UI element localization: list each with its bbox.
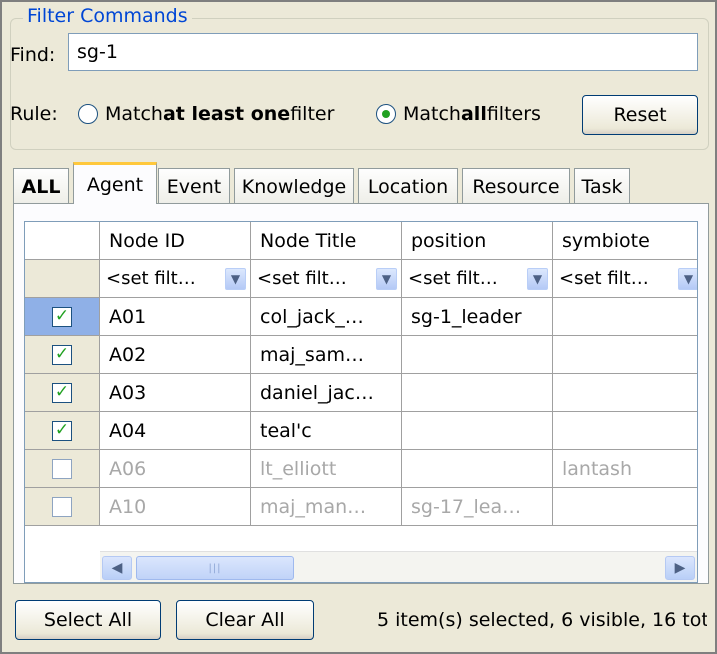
clear-all-button[interactable]: Clear All — [176, 600, 314, 640]
checkbox-unchecked[interactable] — [52, 458, 72, 479]
rule-match-at-least-one-radio[interactable]: Match at least one filter — [78, 103, 334, 125]
cell-node-id[interactable]: A03 — [100, 374, 251, 412]
cell-node-id[interactable]: A01 — [100, 298, 251, 336]
group-title: Filter Commands — [23, 5, 192, 27]
cell-node-title[interactable]: teal'c — [251, 412, 402, 450]
filter-combo-node-title[interactable]: <set filt… ▼ — [251, 260, 402, 298]
filter-combo-node-id[interactable]: <set filt… ▼ — [100, 260, 251, 298]
table-row[interactable]: A10 maj_man… sg-17_lea… — [25, 488, 697, 526]
rule-option-2-bold: all — [460, 103, 487, 125]
checkbox-checked[interactable]: ✓ — [52, 420, 72, 441]
column-header-node-id[interactable]: Node ID — [100, 222, 251, 260]
node-table: Node ID Node Title position symbiote <se… — [24, 221, 698, 583]
corner-cell — [25, 222, 100, 260]
table-row[interactable]: ✓ A01 col_jack_… sg-1_leader — [25, 298, 697, 336]
column-header-node-title[interactable]: Node Title — [251, 222, 402, 260]
cell-node-title[interactable]: maj_man… — [251, 488, 402, 526]
chevron-down-icon[interactable]: ▼ — [376, 267, 397, 290]
table-row[interactable]: ✓ A04 teal'c — [25, 412, 697, 450]
column-header-position[interactable]: position — [402, 222, 553, 260]
row-checkbox-cell[interactable]: ✓ — [25, 298, 100, 336]
select-all-button[interactable]: Select All — [15, 600, 161, 640]
table-row[interactable]: ✓ A02 maj_sam… — [25, 336, 697, 374]
tab-agent[interactable]: Agent — [73, 162, 157, 204]
filter-corner-cell — [25, 260, 100, 298]
cell-symbiote[interactable]: lantash — [553, 450, 697, 488]
radio-unselected-icon — [78, 104, 98, 124]
tab-all[interactable]: ALL — [13, 168, 69, 204]
scroll-thumb[interactable]: ||| — [136, 556, 294, 580]
rule-label: Rule: — [10, 103, 58, 125]
table-header-row: Node ID Node Title position symbiote — [25, 222, 697, 260]
tab-location[interactable]: Location — [358, 168, 458, 204]
reset-button[interactable]: Reset — [582, 95, 698, 135]
horizontal-scrollbar[interactable]: ◀ ||| ▶ — [100, 551, 697, 582]
rule-match-all-radio[interactable]: Match all filters — [376, 103, 541, 125]
checkbox-checked[interactable]: ✓ — [52, 306, 72, 327]
cell-node-id[interactable]: A06 — [100, 450, 251, 488]
find-input[interactable] — [68, 33, 698, 71]
row-checkbox-cell[interactable]: ✓ — [25, 374, 100, 412]
cell-position[interactable]: sg-1_leader — [402, 298, 553, 336]
cell-position[interactable] — [402, 336, 553, 374]
find-label: Find: — [10, 44, 56, 66]
filter-row: <set filt… ▼ <set filt… ▼ <set filt… ▼ <set… — [25, 260, 697, 298]
cell-position[interactable] — [402, 374, 553, 412]
filter-combo-text: <set filt… — [257, 268, 347, 289]
cell-node-title[interactable]: daniel_jac… — [251, 374, 402, 412]
chevron-down-icon[interactable]: ▼ — [527, 267, 548, 290]
filter-combo-text: <set filt… — [559, 268, 649, 289]
cell-position[interactable] — [402, 412, 553, 450]
rule-option-1-bold: at least one — [162, 103, 291, 125]
tab-resource[interactable]: Resource — [462, 168, 570, 204]
column-header-symbiote[interactable]: symbiote — [553, 222, 697, 260]
cell-symbiote[interactable] — [553, 412, 697, 450]
row-checkbox-cell[interactable] — [25, 450, 100, 488]
cell-node-title[interactable]: col_jack_… — [251, 298, 402, 336]
tab-event[interactable]: Event — [158, 168, 230, 204]
rule-option-2-pre: Match — [403, 103, 461, 125]
chevron-down-icon[interactable]: ▼ — [225, 267, 246, 290]
filter-combo-text: <set filt… — [408, 268, 498, 289]
filter-combo-text: <set filt… — [106, 268, 196, 289]
cell-node-title[interactable]: lt_elliott — [251, 450, 402, 488]
rule-option-1-pre: Match — [105, 103, 163, 125]
rule-option-1-post: filter — [290, 103, 335, 125]
tab-knowledge[interactable]: Knowledge — [234, 168, 354, 204]
table-row[interactable]: A06 lt_elliott lantash — [25, 450, 697, 488]
scroll-left-icon[interactable]: ◀ — [102, 556, 132, 580]
checkbox-unchecked[interactable] — [52, 496, 72, 517]
cell-symbiote[interactable] — [553, 374, 697, 412]
row-checkbox-cell[interactable]: ✓ — [25, 336, 100, 374]
status-text: 5 item(s) selected, 6 visible, 16 tot — [377, 609, 707, 631]
checkbox-checked[interactable]: ✓ — [52, 344, 72, 365]
cell-symbiote[interactable] — [553, 336, 697, 374]
cell-node-title[interactable]: maj_sam… — [251, 336, 402, 374]
radio-selected-icon — [376, 104, 396, 124]
scroll-right-icon[interactable]: ▶ — [665, 556, 695, 580]
cell-node-id[interactable]: A04 — [100, 412, 251, 450]
rule-option-2-post: filters — [486, 103, 541, 125]
cell-position[interactable] — [402, 450, 553, 488]
checkbox-checked[interactable]: ✓ — [52, 382, 72, 403]
cell-node-id[interactable]: A10 — [100, 488, 251, 526]
table-row[interactable]: ✓ A03 daniel_jac… — [25, 374, 697, 412]
cell-symbiote[interactable] — [553, 488, 697, 526]
cell-symbiote[interactable] — [553, 298, 697, 336]
row-checkbox-cell[interactable] — [25, 488, 100, 526]
cell-position[interactable]: sg-17_lea… — [402, 488, 553, 526]
tab-task[interactable]: Task — [574, 168, 630, 204]
chevron-down-icon[interactable]: ▼ — [678, 267, 697, 290]
filter-combo-position[interactable]: <set filt… ▼ — [402, 260, 553, 298]
filter-combo-symbiote[interactable]: <set filt… ▼ — [553, 260, 697, 298]
row-checkbox-cell[interactable]: ✓ — [25, 412, 100, 450]
filter-commands-panel: Filter Commands Find: Rule: Match at lea… — [0, 0, 717, 654]
cell-node-id[interactable]: A02 — [100, 336, 251, 374]
